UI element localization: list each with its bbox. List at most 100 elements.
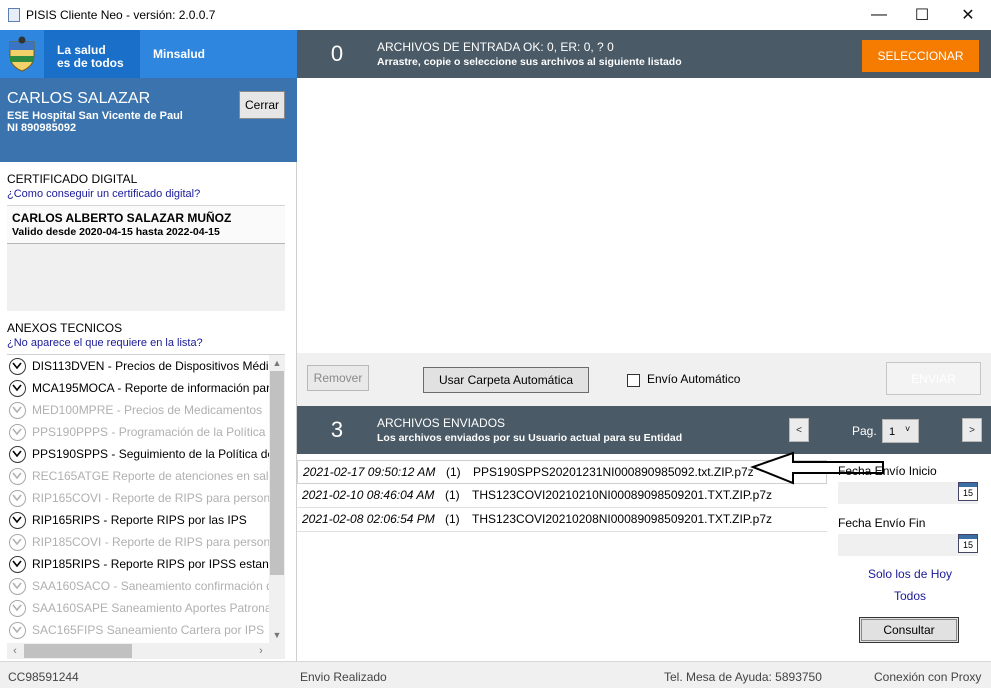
incoming-title: ARCHIVOS DE ENTRADA OK: 0, ER: 0, ? 0 (377, 40, 614, 54)
coat-of-arms-icon (9, 36, 35, 72)
anexo-item[interactable]: DIS113DVEN - Precios de Dispositivos Méd… (7, 355, 269, 377)
anexo-label: SAA160SACO - Saneamiento confirmación de (32, 579, 269, 593)
sent-count: 3 (330, 417, 344, 442)
scroll-thumb[interactable] (270, 371, 284, 575)
anexo-label: RIP185RIPS - Reporte RIPS por IPSS estan… (32, 557, 269, 571)
start-calendar-icon[interactable]: 15 (958, 482, 978, 501)
anexo-label: RIP185COVI - Reporte de RIPS para person… (32, 535, 269, 549)
brand-header: La salud es de todos Minsalud (0, 30, 297, 78)
close-button[interactable]: ✕ (945, 0, 991, 30)
sent-subtitle: Los archivos enviados por su Usuario act… (377, 432, 683, 444)
anexo-item[interactable]: SAA160SAPE Saneamiento Aportes Patronale… (7, 597, 269, 619)
start-date-label: Fecha Envío Inicio (838, 464, 937, 478)
anexo-item[interactable]: MCA195MOCA - Reporte de información para (7, 377, 269, 399)
start-date-field[interactable] (838, 482, 978, 504)
chevron-down-icon[interactable] (9, 600, 26, 617)
ministry-label: Minsalud (153, 47, 206, 61)
anexo-item[interactable]: RIP165RIPS - Reporte RIPS por las IPS (7, 509, 269, 531)
scroll-left-icon[interactable]: ‹ (7, 643, 23, 659)
select-files-button[interactable]: SELECCIONAR (862, 40, 979, 72)
sent-file-name: PPS190SPPS20201231NI000890985092.txt.ZIP… (473, 465, 754, 479)
anexo-label: MCA195MOCA - Reporte de información para (32, 381, 269, 395)
brand-slogan: La salud es de todos (57, 43, 124, 70)
anexo-item[interactable]: RIP185COVI - Reporte de RIPS para person… (7, 531, 269, 553)
page-value: 1 (889, 426, 896, 438)
anexo-item[interactable]: RIP185RIPS - Reporte RIPS por IPSS estan… (7, 553, 269, 575)
chevron-down-icon[interactable] (9, 622, 26, 639)
end-date-field[interactable] (838, 534, 978, 556)
chevron-down-icon[interactable] (9, 512, 26, 529)
anexo-item[interactable]: RIP165COVI - Reporte de RIPS para person… (7, 487, 269, 509)
sent-date: 2021-02-10 08:46:04 AM (302, 488, 435, 502)
incoming-drop-zone[interactable] (297, 78, 991, 353)
certificate-help-link[interactable]: ¿Como conseguir un certificado digital? (7, 188, 200, 200)
auto-folder-button[interactable]: Usar Carpeta Automática (423, 367, 589, 393)
end-date-label: Fecha Envío Fin (838, 516, 926, 530)
chevron-down-icon[interactable] (9, 380, 26, 397)
send-button[interactable]: ENVIAR (886, 362, 981, 395)
user-institution: ESE Hospital San Vicente de Paul (7, 110, 183, 122)
anexo-item[interactable]: SAA160SACO - Saneamiento confirmación de (7, 575, 269, 597)
chevron-down-icon[interactable] (9, 578, 26, 595)
status-message: Envio Realizado (300, 670, 387, 684)
certificate-validity: Valido desde 2020-04-15 hasta 2022-04-15 (12, 226, 220, 238)
anexos-items: DIS113DVEN - Precios de Dispositivos Méd… (7, 355, 269, 643)
scroll-up-icon[interactable]: ▲ (269, 355, 285, 371)
status-user-id: CC98591244 (8, 670, 79, 684)
vertical-scrollbar[interactable]: ▲ ▼ (269, 355, 285, 643)
status-help-phone: Tel. Mesa de Ayuda: 5893750 (664, 670, 822, 684)
user-ni: NI 890985092 (7, 122, 77, 134)
anexo-item[interactable]: PPS190PPPS - Programación de la Política… (7, 421, 269, 443)
chevron-down-icon[interactable] (9, 468, 26, 485)
anexo-label: PPS190SPPS - Seguimiento de la Política … (32, 447, 269, 461)
anexo-item[interactable]: REC165ATGE Reporte de atenciones en salu… (7, 465, 269, 487)
anexo-label: DIS113DVEN - Precios de Dispositivos Méd… (32, 359, 269, 373)
anexo-item[interactable]: SAC165FIPS Saneamiento Cartera por IPS (7, 619, 269, 641)
anexo-item[interactable]: MED100MPRE - Precios de Medicamentos (7, 399, 269, 421)
chevron-down-icon[interactable] (9, 534, 26, 551)
chevron-down-icon[interactable] (9, 446, 26, 463)
certificate-item[interactable]: CARLOS ALBERTO SALAZAR MUÑOZ Valido desd… (7, 206, 285, 244)
prev-page-button[interactable]: < (789, 418, 809, 442)
sent-date: 2021-02-08 02:06:54 PM (302, 512, 435, 526)
sent-file-row[interactable]: 2021-02-17 09:50:12 AM (1) PPS190SPPS20201… (297, 460, 827, 484)
anexos-title: ANEXOS TECNICOS (7, 321, 123, 335)
scroll-down-icon[interactable]: ▼ (269, 627, 285, 643)
left-panel: La salud es de todos Minsalud CARLOS SAL… (0, 30, 297, 661)
sent-date: 2021-02-17 09:50:12 AM (303, 465, 436, 479)
logout-button[interactable]: Cerrar (239, 91, 285, 119)
all-link[interactable]: Todos (894, 589, 926, 603)
chevron-down-icon[interactable] (9, 424, 26, 441)
today-only-link[interactable]: Solo los de Hoy (868, 567, 952, 581)
sent-file-row[interactable]: 2021-02-08 02:06:54 PM (1) THS123COVI20210… (297, 508, 827, 532)
title-bar: PISIS Cliente Neo - versión: 2.0.0.7 — ☐… (0, 0, 991, 30)
chevron-down-icon[interactable] (9, 358, 26, 375)
end-calendar-icon[interactable]: 15 (958, 534, 978, 553)
anexos-help-link[interactable]: ¿No aparece el que requiere en la lista? (7, 337, 203, 349)
query-button[interactable]: Consultar (859, 617, 959, 643)
incoming-header: 0 ARCHIVOS DE ENTRADA OK: 0, ER: 0, ? 0 … (297, 30, 991, 78)
status-bar: CC98591244 Envio Realizado Tel. Mesa de … (0, 661, 991, 688)
minimize-button[interactable]: — (856, 0, 902, 30)
user-name: CARLOS SALAZAR (7, 90, 151, 107)
scroll-right-icon[interactable]: › (253, 643, 269, 659)
page-label: Pag. (852, 424, 877, 438)
send-controls: Remover Usar Carpeta Automática Envío Au… (297, 353, 991, 406)
next-page-button[interactable]: > (962, 418, 982, 442)
sent-file-row[interactable]: 2021-02-10 08:46:04 AM (1) THS123COVI20210… (297, 484, 827, 508)
chevron-down-icon[interactable] (9, 556, 26, 573)
certificate-list: CARLOS ALBERTO SALAZAR MUÑOZ Valido desd… (7, 205, 285, 311)
page-select[interactable]: 1 ˅ (882, 419, 919, 443)
hscroll-thumb[interactable] (24, 644, 132, 658)
auto-send-checkbox[interactable] (627, 374, 640, 387)
remove-button[interactable]: Remover (307, 365, 369, 391)
horizontal-scrollbar[interactable]: ‹ › (7, 643, 285, 659)
sent-count-cell: (1) (446, 465, 461, 479)
chevron-down-icon[interactable] (9, 402, 26, 419)
anexo-item[interactable]: PPS190SPPS - Seguimiento de la Política … (7, 443, 269, 465)
maximize-button[interactable]: ☐ (899, 0, 945, 30)
incoming-subtitle: Arrastre, copie o seleccione sus archivo… (377, 56, 682, 68)
sent-title: ARCHIVOS ENVIADOS (377, 416, 506, 430)
chevron-down-icon[interactable] (9, 490, 26, 507)
sent-count-cell: (1) (445, 488, 460, 502)
